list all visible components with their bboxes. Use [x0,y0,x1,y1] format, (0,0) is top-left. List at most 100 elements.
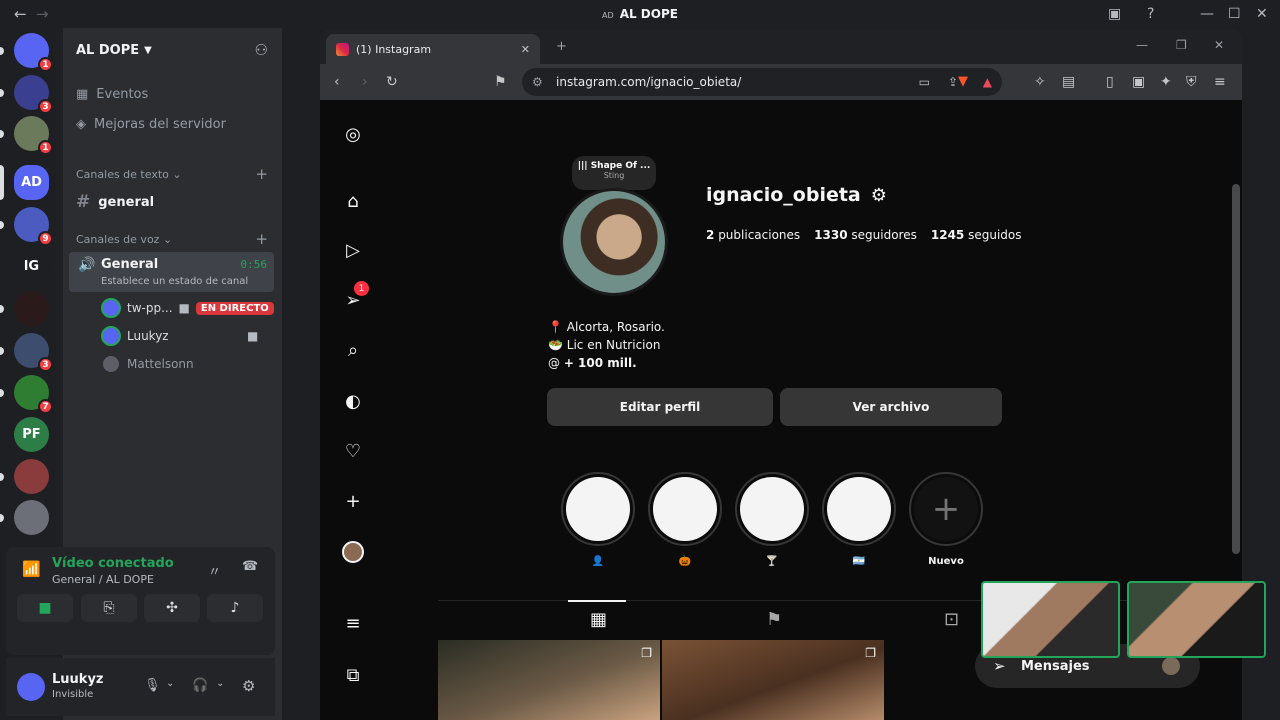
server-icon-2[interactable]: 3 [14,75,53,114]
explore-icon[interactable]: ◐ [340,388,366,414]
add-voice-channel-icon[interactable]: + [255,230,268,248]
extensions-icon[interactable]: ✧ [1034,74,1046,90]
view-archive-button[interactable]: Ver archivo [780,388,1002,426]
reload-icon[interactable]: ↻ [386,74,398,90]
noise-suppression-icon[interactable]: 〃 [208,561,221,580]
headphones-icon[interactable]: 🎧 [192,678,208,693]
server-icon-4[interactable]: AD [14,165,49,200]
direct-messages-icon[interactable]: ➢ 1 [340,281,369,313]
camera-tile-1[interactable] [981,581,1120,658]
help-icon[interactable]: ? [1147,6,1154,22]
more-menu-icon[interactable]: ≡ [340,610,366,636]
minimize-icon[interactable]: — [1136,38,1148,52]
rewards-icon[interactable]: ▲ [983,75,992,89]
add-text-channel-icon[interactable]: + [255,165,268,183]
edit-profile-button[interactable]: Editar perfil [547,388,773,426]
server-icon-11[interactable] [14,459,49,494]
maximize-icon[interactable]: ☐ [1228,6,1241,22]
reels-icon[interactable]: ▷ [340,237,366,263]
home-icon[interactable]: ⌂ [340,188,366,214]
channel-general[interactable]: # general [76,192,154,212]
sidebar-icon[interactable]: ▯ [1106,74,1114,90]
saved-bookmark-icon[interactable]: ⚑ [766,609,782,630]
wallet-icon[interactable]: ▣ [1132,74,1145,90]
browser-tab[interactable]: (1) Instagram ✕ [326,34,540,64]
voice-channel-general[interactable]: 🔊 General 0:56 Establece un estado de ca… [69,252,274,292]
brave-shield-icon[interactable]: ▼ [958,74,968,89]
server-header[interactable]: AL DOPE ▼ ⚇ [63,28,282,72]
server-icon-5[interactable]: 9 [14,207,53,246]
tagged-icon[interactable]: ⊡ [944,609,959,630]
voice-user-3[interactable]: Mattelsonn [101,354,194,374]
chevron-down-icon[interactable]: ⌄ [166,678,174,689]
server-icon-3[interactable]: 1 [14,116,53,155]
profile-note[interactable]: ||| Shape Of ... Sting [572,156,656,190]
voice-status-text[interactable]: Establece un estado de canal [101,276,248,287]
cast-icon[interactable]: ▭ [919,75,930,89]
close-tab-icon[interactable]: ✕ [521,43,530,56]
restore-icon[interactable]: ❐ [1176,38,1187,52]
highlight-1[interactable] [561,472,635,546]
server-icon-9[interactable]: 7 [14,375,53,414]
close-icon[interactable]: ✕ [1256,6,1268,22]
menu-icon[interactable]: ≡ [1214,74,1226,90]
posts-grid-icon[interactable]: ▦ [590,609,607,630]
gear-icon[interactable]: ⚙ [242,677,255,695]
screen-share-button[interactable]: ⎘ [81,594,137,622]
post-thumbnail[interactable]: ❐ [662,640,884,720]
scrollbar[interactable] [1232,184,1240,554]
server-icon-10[interactable]: PF [14,417,49,452]
vpn-icon[interactable]: ⛨ [1186,74,1197,90]
microphone-icon[interactable]: 🎙 [144,678,161,693]
events-link[interactable]: ▦ Eventos [76,87,148,102]
voice-category[interactable]: Canales de voz ⌄ [76,233,172,246]
profile-picture[interactable] [560,188,668,296]
minimize-icon[interactable]: — [1200,6,1214,22]
inbox-icon[interactable]: ▣ [1108,6,1121,22]
bookmark-icon[interactable]: ⚑ [494,74,507,90]
search-icon[interactable]: ⌕ [340,337,366,363]
voice-location[interactable]: General / AL DOPE [52,573,154,586]
bio-threads[interactable]: + 100 mill. [564,356,637,370]
highlight-2[interactable] [648,472,722,546]
voice-user-1[interactable]: tw-pp... ■ EN DIRECTO [101,298,274,318]
new-tab-icon[interactable]: + [556,39,567,54]
highlight-4[interactable] [822,472,896,546]
back-arrow-icon[interactable]: ‹ [334,74,340,90]
profile-avatar-icon[interactable] [340,539,366,565]
activities-button[interactable]: ✣ [144,594,200,622]
camera-tile-2[interactable] [1127,581,1266,658]
chevron-down-icon[interactable]: ⌄ [216,678,224,689]
following-stat[interactable]: 1245 seguidos [931,228,1022,242]
server-icon-1[interactable]: 1 [14,33,53,72]
text-category[interactable]: Canales de texto ⌄ [76,168,182,181]
camera-button[interactable]: ■ [17,594,73,622]
server-icon-12[interactable] [14,500,49,535]
signal-icon[interactable]: 📶 [22,560,41,578]
settings-gear-icon[interactable]: ⚙ [871,185,887,206]
server-icon-6[interactable]: lG [14,249,49,284]
highlight-3[interactable] [735,472,809,546]
reader-icon[interactable]: ▤ [1062,74,1075,90]
close-icon[interactable]: ✕ [1214,38,1224,52]
forward-arrow-icon[interactable]: › [362,74,368,90]
instagram-logo-icon[interactable]: ◎ [340,121,366,147]
heart-icon[interactable]: ♡ [340,438,366,464]
share-icon[interactable]: ⇪ [948,75,958,89]
soundboard-button[interactable]: ♪ [207,594,263,622]
server-icon-8[interactable]: 3 [14,333,53,372]
threads-apps-icon[interactable]: ⧉ [340,662,366,688]
leo-ai-icon[interactable]: ✦ [1160,74,1172,90]
server-boost-link[interactable]: ◈ Mejoras del servidor [76,117,226,132]
invite-user-icon[interactable]: ⚇ [255,41,268,59]
address-bar[interactable]: ⚙ instagram.com/ignacio_obieta/ ▭ ⇪ ▼ ▲ [522,68,1002,96]
avatar[interactable] [17,673,45,701]
create-icon[interactable]: + [340,488,366,514]
site-info-icon[interactable]: ⚙ [532,75,543,89]
voice-user-2[interactable]: Luukyz ■ [101,326,258,346]
new-highlight-button[interactable]: + [909,472,983,546]
followers-stat[interactable]: 1330 seguidores [814,228,917,242]
server-icon-7[interactable] [14,291,49,326]
post-thumbnail[interactable]: ❐ [438,640,660,720]
disconnect-icon[interactable]: ☎ [242,559,258,574]
